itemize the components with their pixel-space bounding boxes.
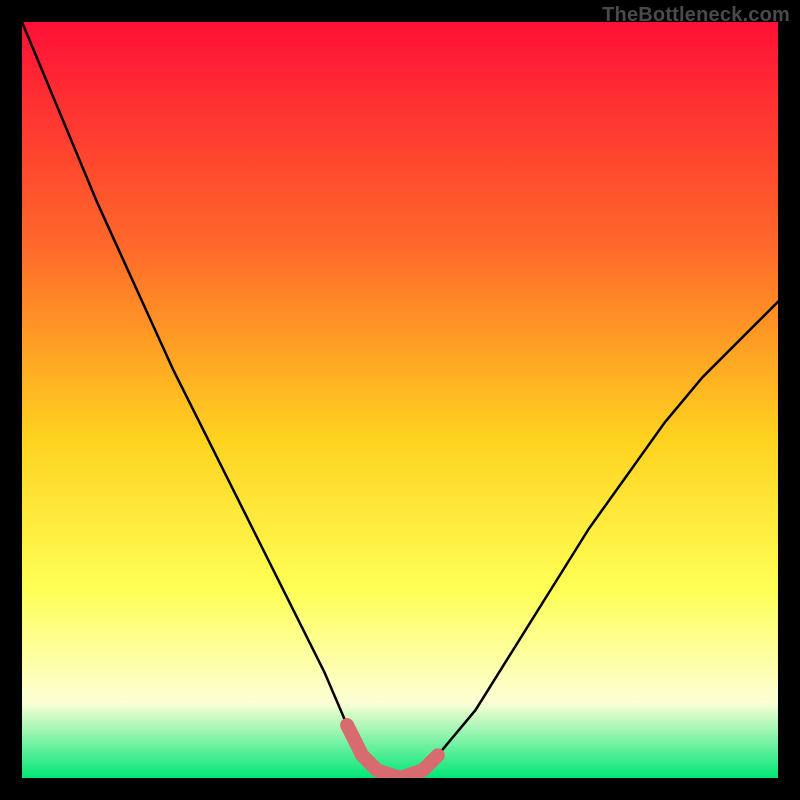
plot-area [22,22,778,778]
gradient-background [22,22,778,778]
chart-stage: TheBottleneck.com [0,0,800,800]
chart-svg [22,22,778,778]
watermark-text: TheBottleneck.com [602,4,790,27]
